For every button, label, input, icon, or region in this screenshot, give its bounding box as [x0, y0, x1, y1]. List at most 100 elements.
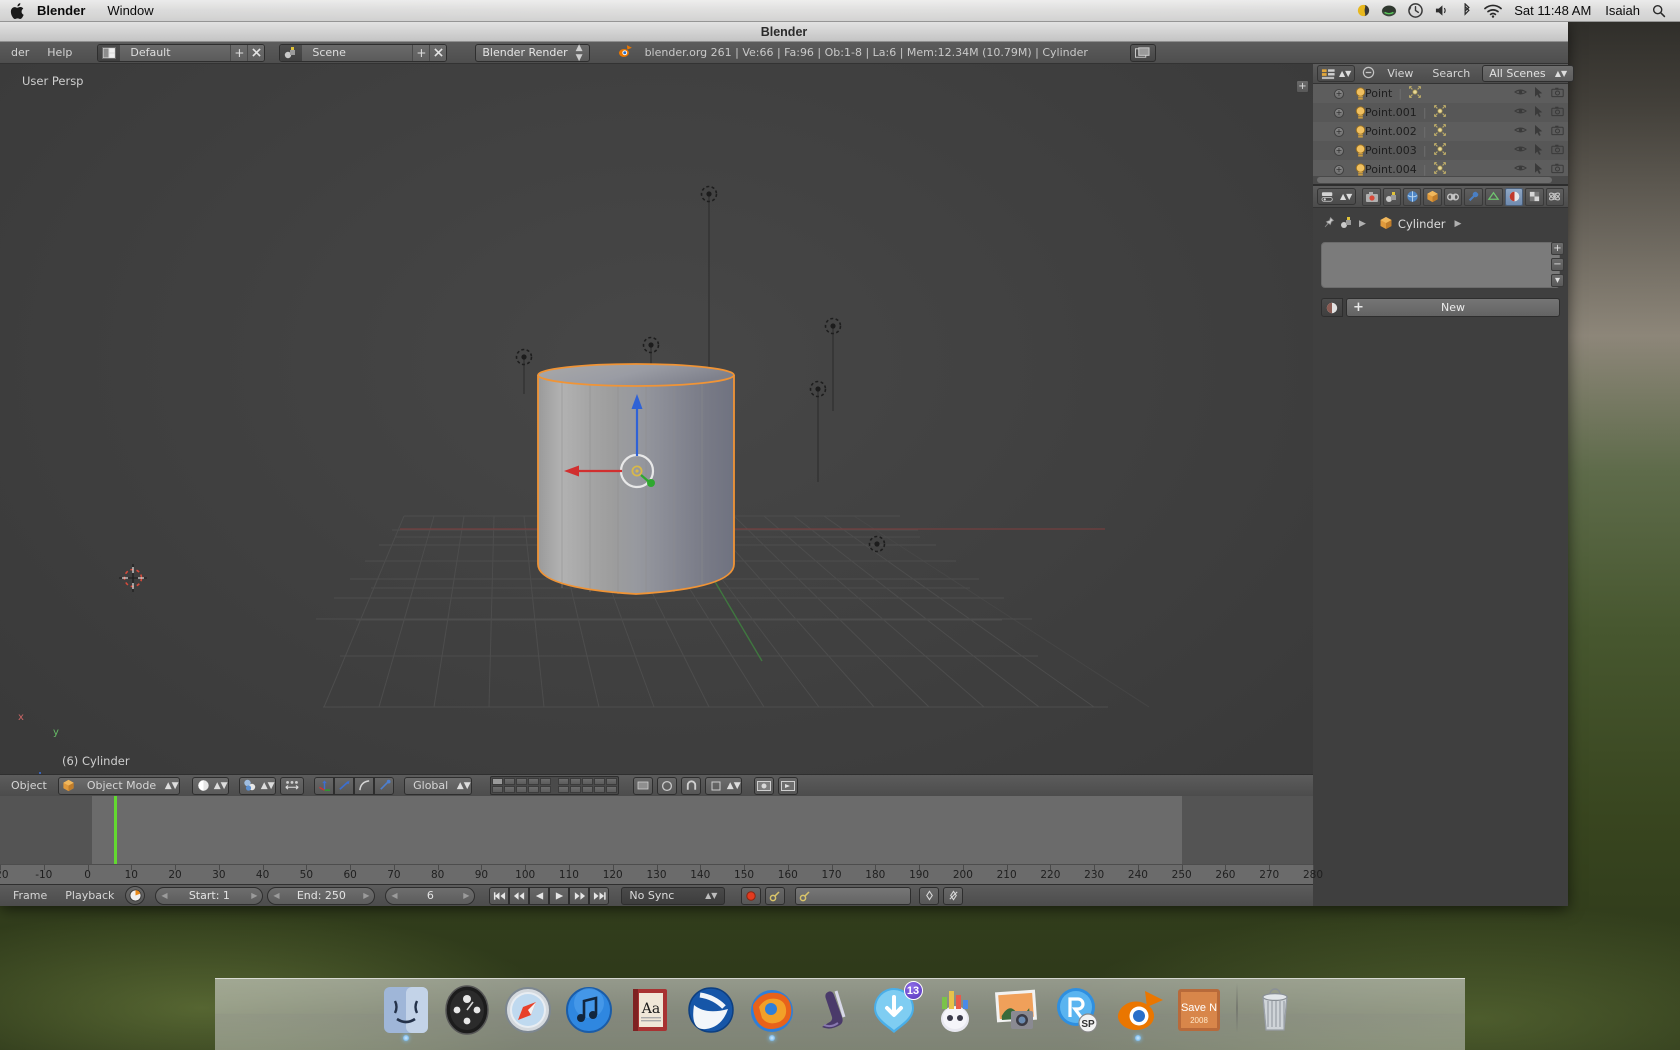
window-titlebar[interactable]: Blender — [0, 22, 1568, 42]
scene-layers-widget[interactable] — [490, 776, 619, 795]
lamp-data-icon[interactable] — [1433, 142, 1447, 159]
shading-mode-selector[interactable]: ▲▼ — [192, 777, 229, 795]
timeline-playhead[interactable] — [114, 796, 117, 864]
outliner-row[interactable]: +Point| — [1313, 84, 1568, 103]
timeline-menu-playback[interactable]: Playback — [58, 887, 121, 905]
dock-item-dashboard[interactable] — [440, 983, 494, 1037]
breadcrumb-scene-icon[interactable] — [1340, 216, 1354, 232]
cursor-select-icon[interactable] — [1534, 86, 1544, 101]
cursor-select-icon[interactable] — [1534, 124, 1544, 139]
expand-toggle-icon[interactable]: + — [1334, 127, 1344, 137]
current-frame-field[interactable]: ◀ 6 ▶ — [385, 887, 475, 905]
add-scene-button[interactable]: + — [412, 44, 429, 62]
menubar-username[interactable]: Isaiah — [1599, 3, 1646, 18]
transform-orientation-selector[interactable]: Global ▲▼ — [404, 777, 472, 795]
volume-icon[interactable] — [1428, 1, 1454, 21]
remove-material-slot-button[interactable]: − — [1551, 258, 1564, 271]
properties-tab-material[interactable] — [1505, 188, 1523, 206]
camera-render-icon[interactable] — [1551, 87, 1564, 101]
frame-end-field[interactable]: ◀ End: 250 ▶ — [267, 887, 375, 905]
outliner-menu-search[interactable]: Search — [1425, 65, 1477, 83]
layer-cell[interactable] — [540, 778, 551, 785]
delete-keyframe-button[interactable] — [943, 887, 963, 905]
menu-window[interactable]: Window — [96, 1, 164, 21]
eye-icon[interactable] — [1514, 144, 1527, 157]
properties-tab-render[interactable] — [1362, 188, 1380, 206]
insert-keyframe-button[interactable] — [919, 887, 939, 905]
header-menu-render[interactable]: der — [4, 44, 36, 62]
search-icon[interactable] — [1646, 1, 1672, 21]
cursor-select-icon[interactable] — [1534, 105, 1544, 120]
delete-screen-layout-button[interactable] — [247, 44, 264, 62]
dock-item-finder[interactable] — [379, 983, 433, 1037]
dock-item-itunes[interactable] — [562, 983, 616, 1037]
scale-manipulator-icon[interactable] — [354, 777, 374, 795]
camera-render-icon[interactable] — [1551, 144, 1564, 158]
properties-tab-scene[interactable] — [1383, 188, 1401, 206]
eye-icon[interactable] — [1514, 87, 1527, 100]
breadcrumb-object-icon[interactable] — [1379, 216, 1393, 233]
dock-item-blender[interactable] — [1111, 983, 1165, 1037]
outliner-tree[interactable]: +Point|+Point.001|+Point.002|+Point.003|… — [1313, 84, 1568, 176]
dock-item-transmission[interactable]: 13 — [867, 983, 921, 1037]
lamp-data-icon[interactable] — [1433, 123, 1447, 140]
manipulator-toggle-button[interactable] — [280, 777, 304, 795]
layer-cell[interactable] — [570, 778, 581, 785]
outliner-row[interactable]: +Point.003| — [1313, 141, 1568, 160]
properties-tab-data[interactable] — [1485, 188, 1503, 206]
render-opengl-icon[interactable] — [778, 777, 798, 795]
scrollbar-thumb[interactable] — [1317, 177, 1552, 183]
expand-toggle-icon[interactable]: + — [1334, 146, 1344, 156]
properties-tab-world[interactable] — [1403, 188, 1421, 206]
eye-icon[interactable] — [1514, 125, 1527, 138]
layer-cell[interactable] — [504, 786, 515, 793]
lamp-data-icon[interactable] — [1408, 85, 1422, 102]
lamp-data-icon[interactable] — [1433, 104, 1447, 121]
time-machine-icon[interactable] — [1402, 1, 1428, 21]
layer-cell[interactable] — [492, 778, 503, 785]
increment-icon[interactable]: ▶ — [463, 891, 469, 900]
material-slot-list[interactable] — [1321, 242, 1560, 288]
lock-camera-button[interactable] — [633, 777, 653, 795]
alien-icon[interactable] — [1376, 1, 1402, 21]
frame-start-field[interactable]: ◀ Start: 1 ▶ — [155, 887, 263, 905]
dock-item-google-earth[interactable] — [684, 983, 738, 1037]
layer-cell[interactable] — [516, 778, 527, 785]
step-back-icon[interactable] — [509, 887, 529, 905]
scene-selector[interactable]: Scene + — [279, 44, 447, 62]
dock-item-firefox[interactable] — [745, 983, 799, 1037]
cursor-select-icon[interactable] — [1534, 162, 1544, 176]
outliner-scrollbar[interactable] — [1313, 176, 1568, 184]
outliner-row[interactable]: +Point.002| — [1313, 122, 1568, 141]
dock-item-safari[interactable] — [501, 983, 555, 1037]
outliner-display-mode-selector[interactable]: ▲▼ — [1317, 65, 1355, 82]
camera-render-icon[interactable] — [1551, 163, 1564, 177]
lamp-data-icon[interactable] — [1433, 161, 1447, 176]
apple-logo-icon[interactable] — [0, 3, 26, 19]
screen-layout-selector[interactable]: Default + — [97, 44, 265, 62]
wifi-icon[interactable] — [1480, 1, 1506, 21]
viewport-menu-object[interactable]: Object — [4, 777, 54, 795]
outliner-row[interactable]: +Point.004| — [1313, 160, 1568, 176]
menubar-clock[interactable]: Sat 11:48 AM — [1506, 3, 1599, 18]
layer-cell[interactable] — [558, 778, 569, 785]
dropbox-icon[interactable] — [1350, 1, 1376, 21]
3d-viewport[interactable]: User Persp (6) Cylinder + — [0, 64, 1313, 774]
properties-tab-modifiers[interactable] — [1464, 188, 1482, 206]
layer-cell[interactable] — [504, 778, 515, 785]
dock-item-iphoto[interactable] — [989, 983, 1043, 1037]
snap-element-selector[interactable]: ▲▼ — [705, 777, 742, 795]
interaction-mode-selector[interactable]: Object Mode ▲▼ — [58, 777, 180, 795]
pivot-point-selector[interactable]: ▲▼ — [239, 777, 276, 795]
expand-toggle-icon[interactable]: + — [1334, 108, 1344, 118]
eye-icon[interactable] — [1514, 163, 1527, 176]
auto-keyframe-icon[interactable] — [765, 887, 785, 905]
layer-cell[interactable] — [558, 786, 569, 793]
layer-cell[interactable] — [528, 786, 539, 793]
layer-cell[interactable] — [582, 786, 593, 793]
outliner-menu-view[interactable]: View — [1380, 65, 1420, 83]
properties-tab-constraints[interactable] — [1444, 188, 1462, 206]
outliner-row[interactable]: +Point.001| — [1313, 103, 1568, 122]
manipulator-extra-icon[interactable] — [374, 777, 394, 795]
proportional-edit-button[interactable] — [657, 777, 677, 795]
